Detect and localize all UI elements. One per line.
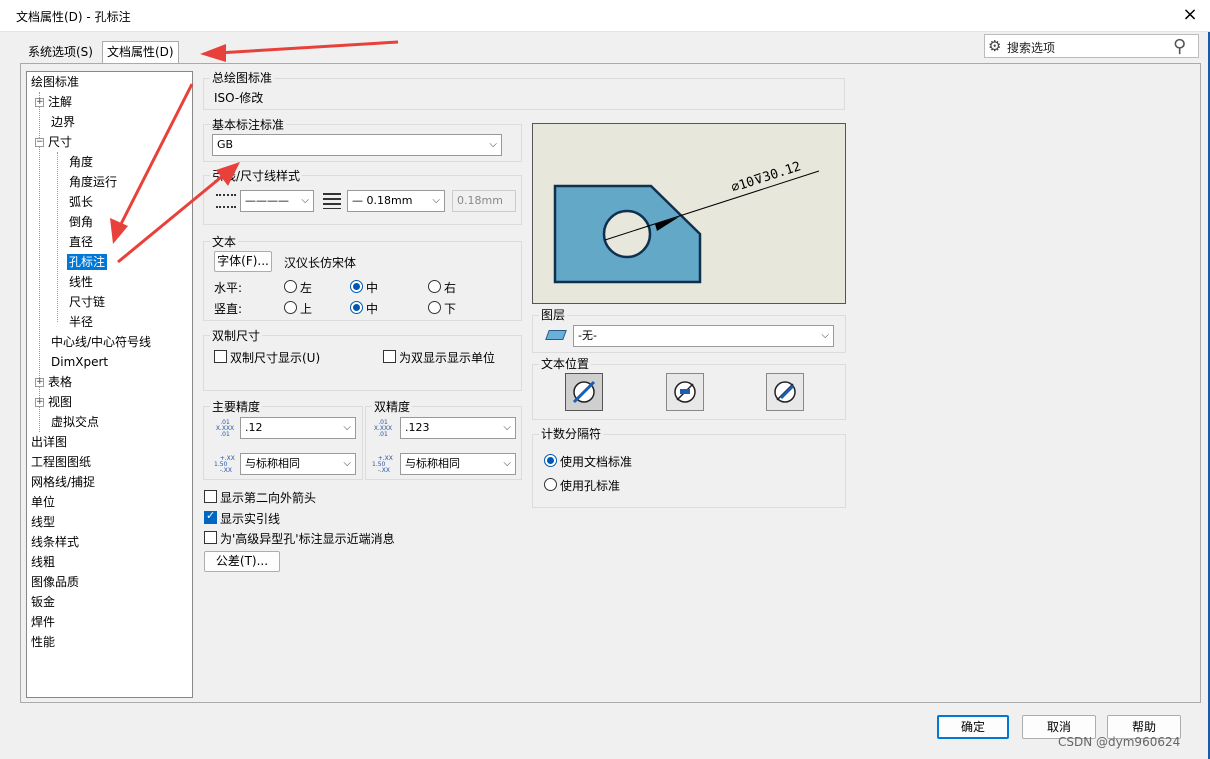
- arrow-to-tab: [217, 40, 399, 55]
- arrow-to-leader: [117, 172, 226, 264]
- arrow-head-tree: [110, 218, 128, 244]
- arrow-head-tab: [200, 44, 226, 62]
- arrow-to-tree: [118, 83, 194, 227]
- annotation-arrows: [110, 40, 399, 264]
- arrow-head-leader: [216, 162, 240, 186]
